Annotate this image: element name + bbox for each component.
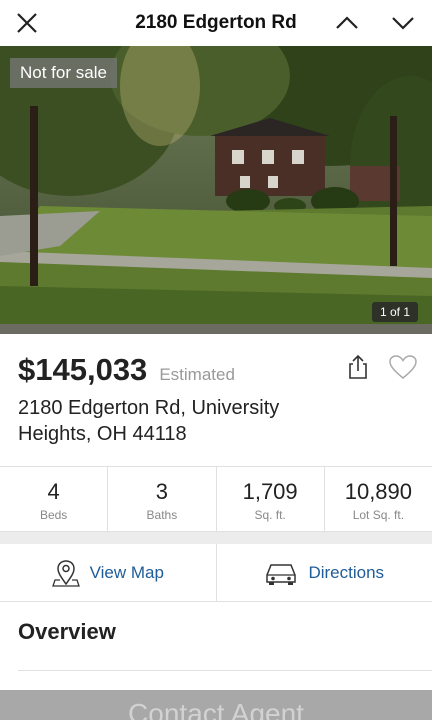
page-title: 2180 Edgerton Rd [135, 12, 297, 33]
car-icon [266, 563, 297, 585]
stat-value: 3 [155, 479, 168, 504]
directions-button[interactable]: Directions [217, 544, 432, 601]
property-address: 2180 Edgerton Rd, University Heights, OH… [18, 397, 280, 445]
not-for-sale-badge: Not for sale [10, 58, 117, 88]
chevron-down-icon[interactable] [388, 8, 418, 38]
stat-value: 10,890 [344, 479, 413, 504]
stat-value: 1,709 [242, 479, 298, 504]
stat-lot-sqft: 10,890 Lot Sq. ft. [325, 467, 432, 531]
stat-sqft: 1,709 Sq. ft. [217, 467, 325, 531]
stat-baths: 3 Baths [108, 467, 217, 531]
close-icon[interactable] [12, 8, 42, 38]
stat-label: Lot Sq. ft. [352, 508, 405, 522]
stat-label: Baths [146, 508, 178, 522]
top-bar: 2180 Edgerton Rd [0, 0, 432, 46]
price-row: $145,033 Estimated [18, 352, 235, 388]
action-row: View Map Directions [0, 544, 432, 602]
contact-agent-label: Contact Agent [128, 698, 304, 720]
stat-beds: 4 Beds [0, 467, 109, 531]
property-photo[interactable]: Not for sale 1 of 1 [0, 46, 432, 334]
stat-value: 4 [47, 479, 60, 504]
photo-counter: 1 of 1 [371, 302, 418, 322]
divider [18, 670, 432, 671]
stat-label: Beds [39, 508, 68, 522]
view-map-button[interactable]: View Map [0, 544, 217, 601]
price: $145,033 [18, 352, 148, 387]
property-stats: 4 Beds 3 Baths 1,709 Sq. ft. 10,890 Lot … [0, 466, 432, 532]
house-photo-image [0, 46, 432, 334]
section-separator [0, 532, 432, 544]
map-pin-icon [51, 559, 80, 587]
price-note: Estimated [159, 365, 235, 384]
view-map-label: View Map [89, 562, 164, 582]
directions-label: Directions [308, 562, 385, 582]
share-icon[interactable] [346, 354, 370, 380]
chevron-up-icon[interactable] [332, 8, 362, 38]
contact-agent-button[interactable]: Contact Agent [0, 690, 432, 720]
overview-heading[interactable]: Overview [18, 619, 116, 645]
stat-label: Sq. ft. [254, 508, 286, 522]
favorite-heart-icon[interactable] [388, 354, 418, 380]
